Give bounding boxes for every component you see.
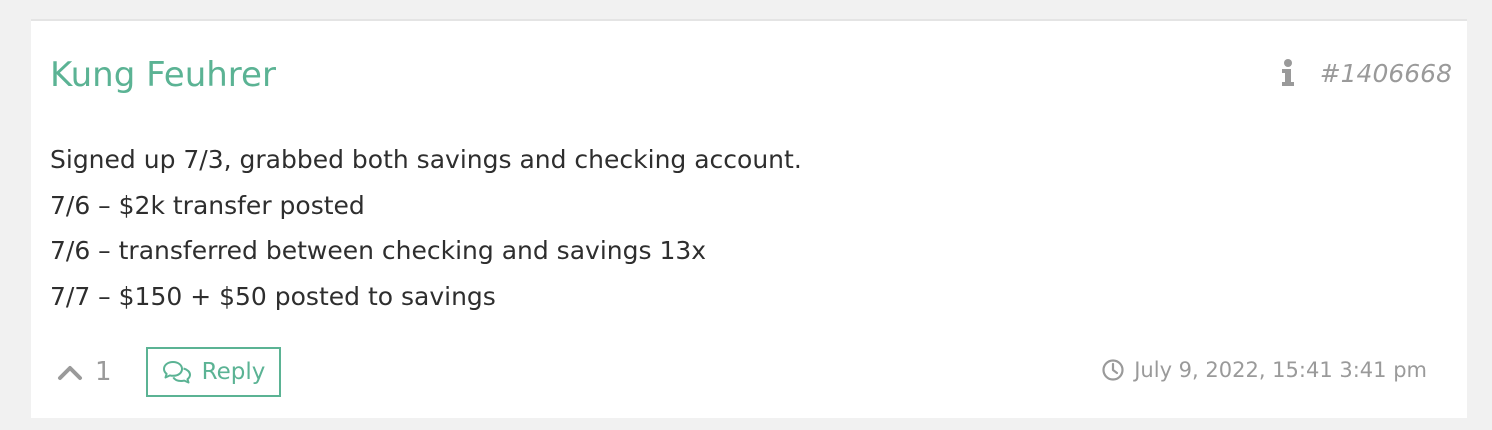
comment-card: Kung Feuhrer #1406668 Signed up 7/3, gra… [31,19,1467,418]
comment-author[interactable]: Kung Feuhrer [50,55,276,95]
clock-icon [1102,359,1124,381]
comment-body: Signed up 7/3, grabbed both savings and … [50,137,802,319]
info-icon[interactable] [1276,58,1300,88]
comment-meta: July 9, 2022, 15:41 3:41 pm [1101,357,1427,383]
chevron-up-icon[interactable] [57,362,83,382]
vote-count: 1 [95,357,112,387]
vote-control: 1 [57,357,112,387]
reply-button[interactable]: Reply [146,347,281,397]
comment-permalink[interactable]: #1406668 [1320,59,1452,89]
reply-label: Reply [201,359,266,385]
comment-body-line: 7/7 – $150 + $50 posted to savings [50,281,496,311]
comment-body-line: Signed up 7/3, grabbed both savings and … [50,145,802,174]
comment-body-line: 7/6 – transferred between checking and s… [50,236,707,265]
comment-body-line: 7/6 – $2k transfer posted [50,190,365,220]
speech-bubbles-icon [162,361,191,384]
comment-timestamp[interactable]: July 9, 2022, 15:41 3:41 pm [1134,357,1427,383]
